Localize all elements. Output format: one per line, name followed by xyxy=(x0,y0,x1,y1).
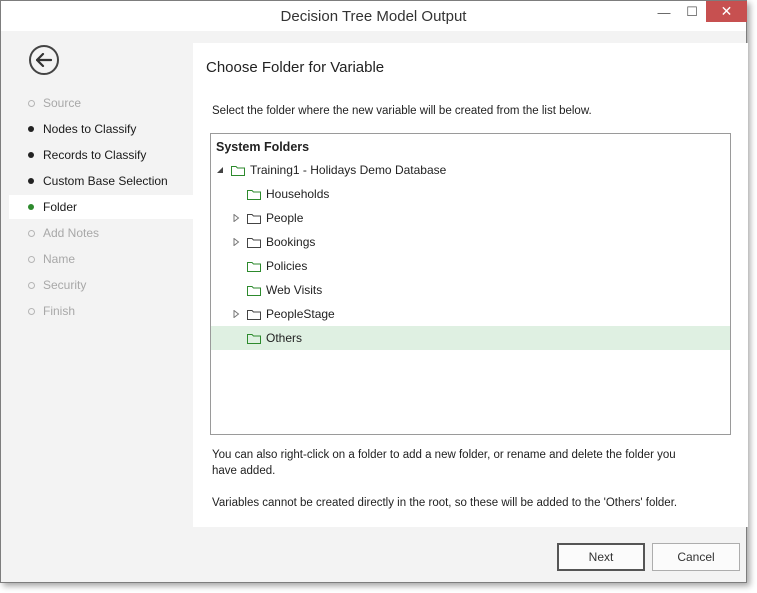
tree-row-people[interactable]: People xyxy=(211,206,730,230)
sidebar-item-label: Security xyxy=(43,278,87,292)
step-pending-icon xyxy=(28,229,35,237)
tree-row-bookings[interactable]: Bookings xyxy=(211,230,730,254)
folder-icon xyxy=(247,333,261,344)
sidebar-item-folder[interactable]: Folder xyxy=(9,195,193,219)
sidebar-item-label: Nodes to Classify xyxy=(43,122,137,136)
step-current-icon xyxy=(28,204,34,210)
rename-hint-line2: have added. xyxy=(212,465,276,477)
sidebar-item-records-to-classify[interactable]: Records to Classify xyxy=(9,143,193,167)
step-done-icon xyxy=(28,178,34,184)
minimize-button[interactable]: — xyxy=(651,1,677,23)
sidebar-item-finish: Finish xyxy=(9,299,193,323)
sidebar-item-label: Folder xyxy=(43,200,78,214)
wizard-sidebar: Source Nodes to Classify Records to Clas… xyxy=(9,31,193,531)
tree-header: System Folders xyxy=(216,140,310,154)
tree-row-label: Web Visits xyxy=(266,283,323,297)
step-pending-icon xyxy=(28,307,35,315)
tree-row-others[interactable]: Others xyxy=(211,326,730,350)
maximize-button[interactable]: ☐ xyxy=(679,1,705,23)
sidebar-item-label: Records to Classify xyxy=(43,148,147,162)
collapsed-triangle-icon[interactable] xyxy=(231,213,241,223)
tree-row-label: People xyxy=(266,211,304,225)
root-hint: Variables cannot be created directly in … xyxy=(212,497,678,509)
step-done-icon xyxy=(28,152,34,158)
next-button[interactable]: Next xyxy=(557,543,645,571)
sidebar-item-label: Add Notes xyxy=(43,226,100,240)
tree-row-households[interactable]: Households xyxy=(211,182,730,206)
folder-icon xyxy=(231,165,245,176)
back-button[interactable] xyxy=(29,45,59,75)
tree-row-training1[interactable]: Training1 - Holidays Demo Database xyxy=(211,158,730,182)
sidebar-item-label: Finish xyxy=(43,304,76,318)
folder-icon xyxy=(247,213,261,224)
tree-row-label: Policies xyxy=(266,259,308,273)
page-title: Choose Folder for Variable xyxy=(206,59,385,76)
rename-hint: You can also right-click on a folder to … xyxy=(212,447,722,479)
title-bar[interactable]: Decision Tree Model Output — ☐ ✕ xyxy=(1,1,747,31)
folder-tree[interactable]: System Folders Training1 - Holidays Demo… xyxy=(210,133,731,435)
sidebar-item-label: Source xyxy=(43,96,82,110)
cancel-button[interactable]: Cancel xyxy=(652,543,740,571)
tree-row-label: Bookings xyxy=(266,235,316,249)
collapsed-triangle-icon[interactable] xyxy=(231,309,241,319)
back-arrow-icon xyxy=(36,53,52,67)
sidebar-item-label: Custom Base Selection xyxy=(43,174,168,188)
step-done-icon xyxy=(28,126,34,132)
folder-icon xyxy=(247,261,261,272)
folder-icon xyxy=(247,189,261,200)
sidebar-item-add-notes: Add Notes xyxy=(9,221,193,245)
window-title: Decision Tree Model Output xyxy=(280,8,467,25)
folder-icon xyxy=(247,237,261,248)
expanded-triangle-icon[interactable] xyxy=(215,165,225,175)
tree-row-peoplestage[interactable]: PeopleStage xyxy=(211,302,730,326)
close-button[interactable]: ✕ xyxy=(706,1,747,22)
sidebar-item-custom-base-selection[interactable]: Custom Base Selection xyxy=(9,169,193,193)
rename-hint-line1: You can also right-click on a folder to … xyxy=(212,449,676,461)
sidebar-item-label: Name xyxy=(43,252,76,266)
sidebar-item-name: Name xyxy=(9,247,193,271)
step-pending-icon xyxy=(28,255,35,263)
tree-row-label: Others xyxy=(266,331,303,345)
main-panel: Choose Folder for Variable Select the fo… xyxy=(193,43,748,527)
tree-row-web-visits[interactable]: Web Visits xyxy=(211,278,730,302)
step-pending-icon xyxy=(28,281,35,289)
collapsed-triangle-icon[interactable] xyxy=(231,237,241,247)
sidebar-item-security: Security xyxy=(9,273,193,297)
tree-row-policies[interactable]: Policies xyxy=(211,254,730,278)
tree-row-label: Households xyxy=(266,187,330,201)
dialog-window: Decision Tree Model Output — ☐ ✕ Source … xyxy=(0,0,748,583)
step-pending-icon xyxy=(28,99,35,107)
folder-icon xyxy=(247,309,261,320)
tree-row-label: PeopleStage xyxy=(266,307,335,321)
folder-icon xyxy=(247,285,261,296)
sidebar-item-source: Source xyxy=(9,91,193,115)
tree-row-label: Training1 - Holidays Demo Database xyxy=(250,163,447,177)
intro-text: Select the folder where the new variable… xyxy=(212,105,592,117)
sidebar-item-nodes-to-classify[interactable]: Nodes to Classify xyxy=(9,117,193,141)
